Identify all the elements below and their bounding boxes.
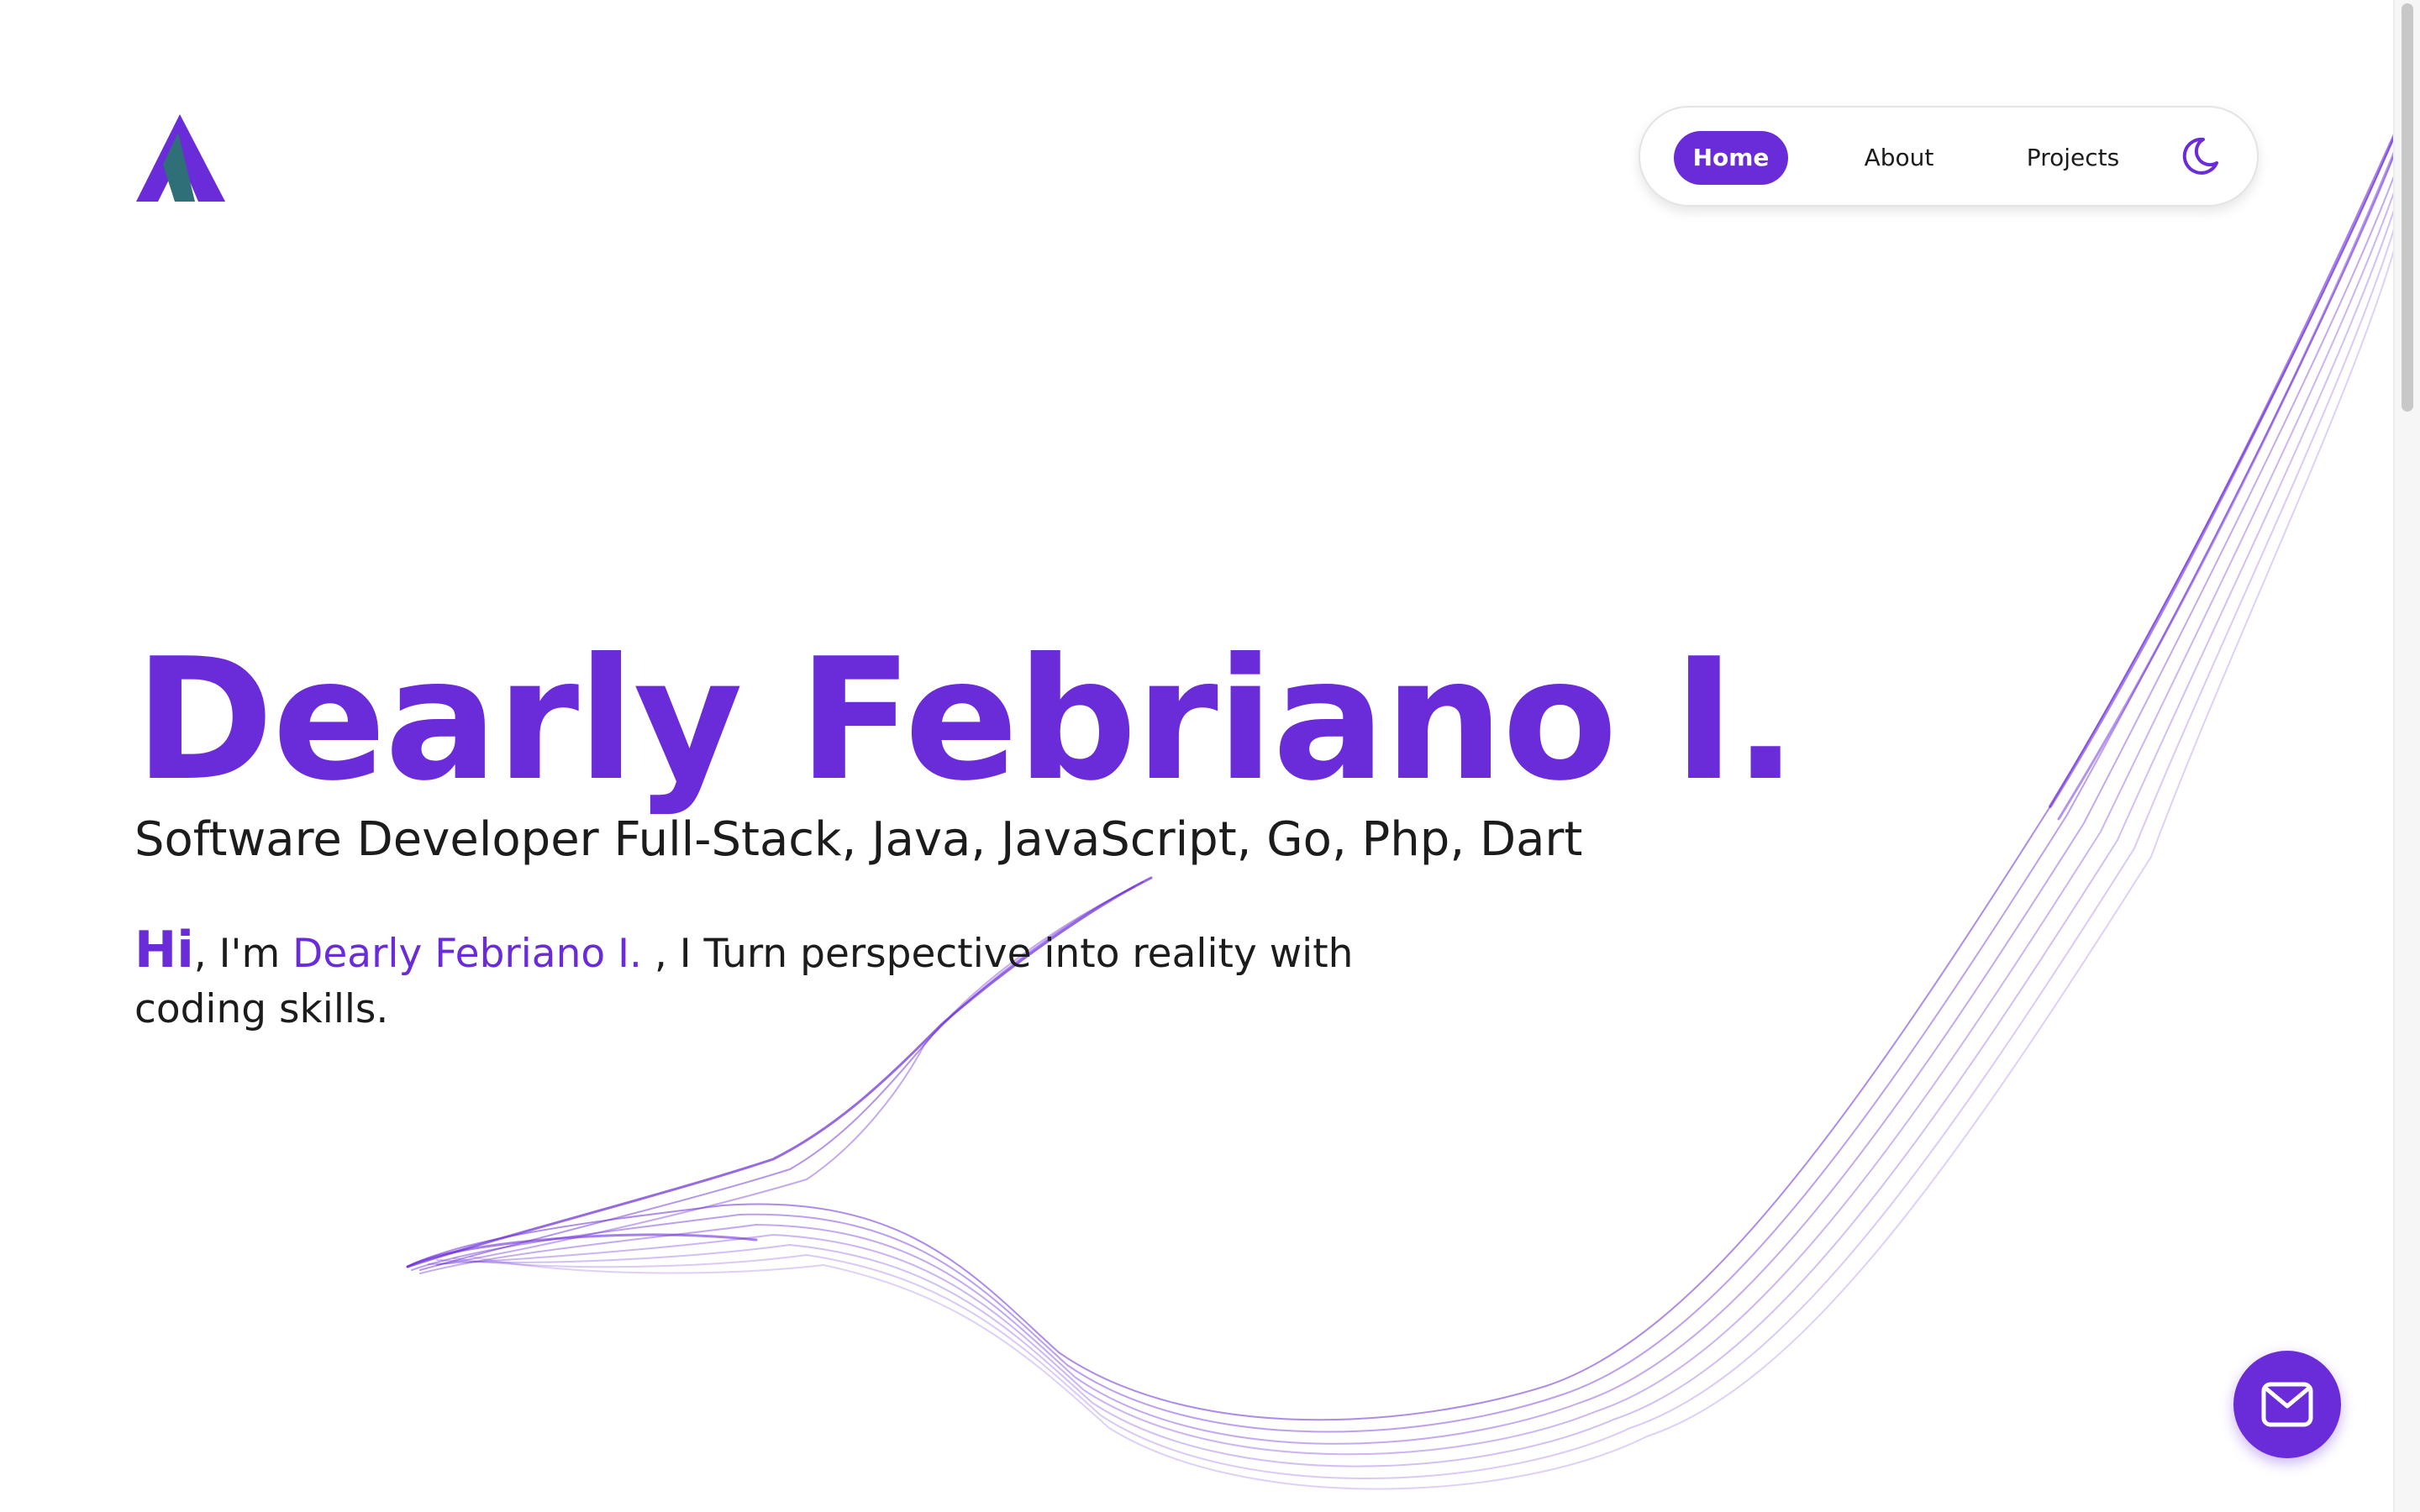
mail-icon xyxy=(2261,1382,2313,1427)
intro-greeting: Hi xyxy=(134,921,194,979)
page-scrollbar[interactable] xyxy=(2393,0,2420,1512)
contact-mail-button[interactable] xyxy=(2233,1351,2341,1458)
intro-im: , I'm xyxy=(193,931,293,977)
intro-name: Dearly Febriano I. xyxy=(292,931,642,977)
nav-projects-tab[interactable]: Projects xyxy=(2010,131,2136,185)
nav-home-tab[interactable]: Home xyxy=(1674,131,1788,185)
nav-about-tab[interactable]: About xyxy=(1840,131,1958,185)
site-logo[interactable] xyxy=(136,114,225,202)
portfolio-page: Home About Projects Dearly Febriano I. S… xyxy=(0,0,2420,1512)
hero-subtitle: Software Developer Full-Stack, Java, Jav… xyxy=(134,812,1583,867)
moon-icon xyxy=(2182,137,2218,175)
hero-title: Dearly Febriano I. xyxy=(134,622,1797,818)
theme-toggle-button[interactable] xyxy=(2178,134,2222,178)
hero-intro: Hi, I'm Dearly Febriano I. , I Turn pers… xyxy=(134,922,1445,1037)
main-nav: Home About Projects xyxy=(1639,106,2259,207)
scrollbar-thumb[interactable] xyxy=(2402,3,2413,412)
a-monogram-logo-icon xyxy=(136,114,225,202)
